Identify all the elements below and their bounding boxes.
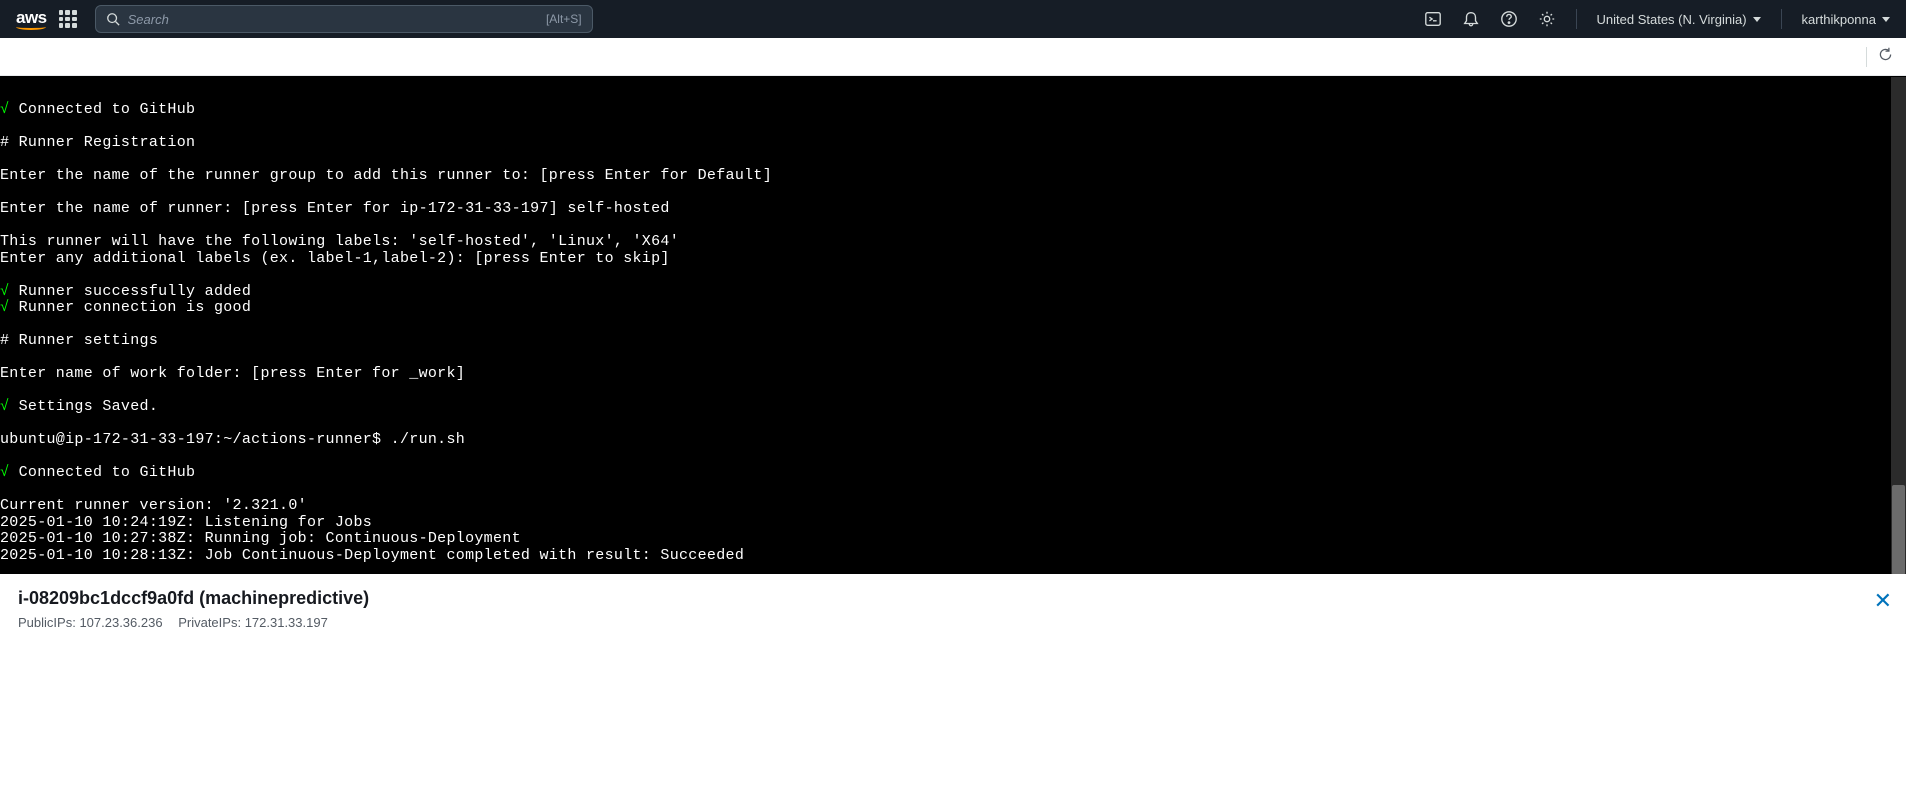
terminal-line	[0, 416, 1906, 433]
terminal-line	[0, 218, 1906, 235]
close-panel-icon[interactable]: ✕	[1874, 588, 1892, 614]
terminal-line: Enter the name of the runner group to ad…	[0, 168, 1906, 185]
check-icon: √	[0, 398, 9, 415]
instance-title: i-08209bc1dccf9a0fd (machinepredictive)	[18, 588, 1888, 609]
instance-ips: PublicIPs: 107.23.36.236 PrivateIPs: 172…	[18, 615, 1888, 630]
refresh-icon[interactable]	[1877, 46, 1894, 68]
terminal-line	[0, 482, 1906, 499]
chevron-down-icon	[1882, 17, 1890, 22]
private-ip-value: 172.31.33.197	[245, 615, 328, 630]
help-icon[interactable]	[1500, 10, 1518, 28]
private-ip-label: PrivateIPs:	[178, 615, 241, 630]
services-grid-icon[interactable]	[59, 10, 77, 28]
search-input[interactable]	[128, 12, 546, 27]
terminal-line: This runner will have the following labe…	[0, 234, 1906, 251]
terminal-line: Enter the name of runner: [press Enter f…	[0, 201, 1906, 218]
terminal-text: Settings Saved.	[9, 398, 158, 415]
search-shortcut-label: [Alt+S]	[546, 12, 582, 26]
terminal-line: ubuntu@ip-172-31-33-197:~/actions-runner…	[0, 432, 1906, 449]
account-menu[interactable]: karthikponna	[1802, 12, 1890, 27]
public-ip-label: PublicIPs:	[18, 615, 76, 630]
instance-id: i-08209bc1dccf9a0fd	[18, 588, 194, 608]
search-bar[interactable]: [Alt+S]	[95, 5, 593, 33]
terminal-line: 2025-01-10 10:28:13Z: Job Continuous-Dep…	[0, 548, 1906, 565]
instance-info-panel: i-08209bc1dccf9a0fd (machinepredictive) …	[0, 574, 1906, 646]
scrollbar-thumb[interactable]	[1892, 485, 1905, 575]
terminal-line: Enter any additional labels (ex. label-1…	[0, 251, 1906, 268]
public-ip-value: 107.23.36.236	[79, 615, 162, 630]
terminal-line: Enter name of work folder: [press Enter …	[0, 366, 1906, 383]
terminal-line: # Runner Registration	[0, 135, 1906, 152]
terminal-line: √ Connected to GitHub	[0, 465, 1906, 482]
terminal-line: √ Runner successfully added	[0, 284, 1906, 301]
username-label: karthikponna	[1802, 12, 1876, 27]
terminal-line: 2025-01-10 10:27:38Z: Running job: Conti…	[0, 531, 1906, 548]
aws-logo-text: aws	[16, 9, 47, 26]
check-icon: √	[0, 299, 9, 316]
terminal-text: Runner connection is good	[9, 299, 251, 316]
secondary-toolbar	[0, 38, 1906, 76]
terminal-text: Connected to GitHub	[9, 101, 195, 118]
region-selector[interactable]: United States (N. Virginia)	[1597, 12, 1761, 27]
aws-logo[interactable]: aws	[16, 9, 47, 30]
terminal-output[interactable]: √ Connected to GitHub # Runner Registrat…	[0, 76, 1906, 574]
terminal-scrollbar[interactable]	[1891, 77, 1906, 575]
nav-right-group: United States (N. Virginia) karthikponna	[1424, 9, 1891, 29]
terminal-line: √ Connected to GitHub	[0, 102, 1906, 119]
terminal-line	[0, 449, 1906, 466]
terminal-text: Runner successfully added	[9, 283, 251, 300]
notifications-icon[interactable]	[1462, 10, 1480, 28]
nav-divider	[1781, 9, 1782, 29]
search-icon	[106, 12, 120, 26]
terminal-line	[0, 267, 1906, 284]
terminal-line: # Runner settings	[0, 333, 1906, 350]
nav-divider	[1576, 9, 1577, 29]
cloudshell-icon[interactable]	[1424, 10, 1442, 28]
terminal-line	[0, 119, 1906, 136]
top-navigation: aws [Alt+S]	[0, 0, 1906, 38]
terminal-text: Connected to GitHub	[9, 464, 195, 481]
aws-smile-icon	[16, 24, 46, 30]
check-icon: √	[0, 283, 9, 300]
settings-icon[interactable]	[1538, 10, 1556, 28]
terminal-line	[0, 152, 1906, 169]
terminal-line	[0, 317, 1906, 334]
check-icon: √	[0, 101, 9, 118]
terminal-line: 2025-01-10 10:24:19Z: Listening for Jobs	[0, 515, 1906, 532]
terminal-line	[0, 350, 1906, 367]
toolbar-divider	[1866, 47, 1867, 67]
chevron-down-icon	[1753, 17, 1761, 22]
terminal-line: √ Runner connection is good	[0, 300, 1906, 317]
instance-name: machinepredictive	[205, 588, 363, 608]
terminal-line: Current runner version: '2.321.0'	[0, 498, 1906, 515]
terminal-line: √ Settings Saved.	[0, 399, 1906, 416]
terminal-line	[0, 383, 1906, 400]
check-icon: √	[0, 464, 9, 481]
terminal-line	[0, 185, 1906, 202]
region-label: United States (N. Virginia)	[1597, 12, 1747, 27]
